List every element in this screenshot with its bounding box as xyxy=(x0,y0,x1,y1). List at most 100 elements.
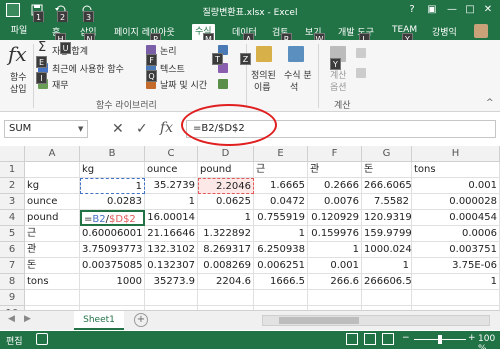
sheet-tab-sheet1[interactable]: Sheet1 xyxy=(74,311,124,330)
table-cell[interactable]: 7.5582 xyxy=(362,194,412,210)
table-cell[interactable]: 0.2666 xyxy=(308,178,362,194)
table-cell[interactable] xyxy=(412,290,500,306)
table-cell[interactable]: 1 xyxy=(254,226,308,242)
ribbon-display-icon[interactable]: ▣ xyxy=(424,4,440,15)
column-header[interactable]: H xyxy=(412,146,500,162)
table-cell[interactable]: 0.008269 xyxy=(198,258,254,274)
table-cell[interactable]: 0.0006 xyxy=(412,226,500,242)
tab-page-layout[interactable]: 페이지 레이아웃 xyxy=(114,25,175,38)
column-header[interactable]: D xyxy=(198,146,254,162)
table-cell[interactable] xyxy=(308,290,362,306)
table-cell[interactable]: 1666.5 xyxy=(254,274,308,290)
table-cell[interactable]: 6.250938 xyxy=(254,242,308,258)
table-cell[interactable]: 3.75E-06 xyxy=(412,258,500,274)
table-cell[interactable]: 21.16646 xyxy=(145,226,198,242)
column-header[interactable]: E xyxy=(254,146,308,162)
table-cell[interactable]: 0.0076 xyxy=(308,194,362,210)
formula-auditing-icon[interactable] xyxy=(288,46,304,62)
table-cell[interactable]: 0.001 xyxy=(412,178,500,194)
table-cell[interactable] xyxy=(362,290,412,306)
more-functions-icon[interactable] xyxy=(218,79,228,89)
table-cell[interactable]: 근 xyxy=(254,162,308,178)
select-all-corner[interactable] xyxy=(0,146,25,162)
column-header[interactable]: C xyxy=(145,146,198,162)
insert-function-label-2[interactable]: 삽입 xyxy=(10,82,27,95)
table-cell[interactable]: 0.006251 xyxy=(254,258,308,274)
table-cell[interactable]: 16.00014 xyxy=(145,210,198,226)
table-cell[interactable]: 120.9319 xyxy=(362,210,412,226)
zoom-in-button[interactable]: + xyxy=(468,333,476,343)
table-cell[interactable]: 0.0472 xyxy=(254,194,308,210)
table-cell[interactable]: ounce xyxy=(145,162,198,178)
table-cell[interactable]: 관 xyxy=(25,242,80,258)
minimize-button[interactable]: — xyxy=(444,4,460,15)
logical-button[interactable]: 논리 xyxy=(160,44,177,57)
table-cell[interactable]: 1000.024 xyxy=(362,242,412,258)
table-cell[interactable]: 1.6665 xyxy=(254,178,308,194)
table-cell[interactable] xyxy=(80,290,145,306)
zoom-level[interactable]: 100 % xyxy=(478,334,500,354)
table-cell[interactable]: 0.159976 xyxy=(308,226,362,242)
table-cell[interactable]: 2204.6 xyxy=(198,274,254,290)
table-cell[interactable]: pound xyxy=(25,210,80,226)
collapse-ribbon-icon[interactable]: ^ xyxy=(486,98,494,108)
autosum-icon[interactable]: Σ xyxy=(38,40,46,55)
table-cell[interactable]: ounce xyxy=(25,194,80,210)
tab-file[interactable]: 파일 xyxy=(2,23,36,40)
table-cell[interactable]: 1000 xyxy=(80,274,145,290)
row-header[interactable]: 9 xyxy=(0,290,25,306)
table-cell[interactable]: 1.322892 xyxy=(198,226,254,242)
row-header[interactable]: 8 xyxy=(0,274,25,290)
row-header[interactable]: 5 xyxy=(0,226,25,242)
table-cell[interactable]: 0.60006001 xyxy=(80,226,145,242)
table-cell[interactable]: 159.9799 xyxy=(362,226,412,242)
table-cell[interactable] xyxy=(25,290,80,306)
scroll-left-icon[interactable]: ◀ xyxy=(8,314,15,324)
row-header[interactable]: 1 xyxy=(0,162,25,178)
financial-button[interactable]: 재무 xyxy=(52,78,69,91)
fx-icon[interactable]: fx xyxy=(160,120,173,136)
calc-sheet-icon[interactable] xyxy=(356,68,366,78)
zoom-slider-handle[interactable] xyxy=(438,335,442,344)
defined-names-icon[interactable] xyxy=(256,46,272,62)
cancel-icon[interactable]: ✕ xyxy=(112,121,124,137)
table-cell[interactable]: 0.132307 xyxy=(145,258,198,274)
table-cell[interactable]: 0.120929 xyxy=(308,210,362,226)
insert-function-icon[interactable]: fx xyxy=(8,42,27,66)
text-button[interactable]: 텍스트 xyxy=(160,62,185,75)
defined-names-label-2[interactable]: 이름 xyxy=(254,80,271,93)
column-header[interactable]: F xyxy=(308,146,362,162)
recent-functions-button[interactable]: 최근에 사용한 함수 xyxy=(52,62,124,75)
page-layout-view-icon[interactable] xyxy=(364,333,376,345)
table-cell[interactable]: 0.003751 xyxy=(412,242,500,258)
table-cell[interactable]: tons xyxy=(25,274,80,290)
row-header[interactable]: 2 xyxy=(0,178,25,194)
table-cell[interactable]: 돈 xyxy=(362,162,412,178)
table-cell[interactable]: 8.269317 xyxy=(198,242,254,258)
table-cell[interactable]: 0.000028 xyxy=(412,194,500,210)
table-cell[interactable]: 266.6065 xyxy=(362,178,412,194)
name-box[interactable]: SUM xyxy=(4,120,88,138)
table-cell[interactable]: 0.0283 xyxy=(80,194,145,210)
avatar[interactable] xyxy=(474,24,488,38)
column-header[interactable]: A xyxy=(25,146,80,162)
horizontal-scrollbar[interactable] xyxy=(262,315,490,326)
user-name[interactable]: 강병익 xyxy=(432,25,457,38)
column-header[interactable]: G xyxy=(362,146,412,162)
row-header[interactable]: 3 xyxy=(0,194,25,210)
chevron-down-icon[interactable]: ▼ xyxy=(78,125,83,133)
table-cell[interactable]: 3.75093773 xyxy=(80,242,145,258)
calc-now-icon[interactable] xyxy=(356,48,366,58)
column-header[interactable]: B xyxy=(80,146,145,162)
calc-options-label-2[interactable]: 옵션 xyxy=(330,80,347,93)
maximize-button[interactable]: □ xyxy=(462,4,478,15)
table-cell[interactable]: 0.0625 xyxy=(198,194,254,210)
table-cell[interactable] xyxy=(25,162,80,178)
table-cell[interactable]: 0.00375085 xyxy=(80,258,145,274)
row-header[interactable]: 6 xyxy=(0,242,25,258)
table-cell[interactable]: 1 xyxy=(362,258,412,274)
table-cell[interactable]: kg xyxy=(80,162,145,178)
help-icon[interactable]: ? xyxy=(404,4,420,15)
scroll-right-icon[interactable]: ▶ xyxy=(24,314,31,324)
table-cell[interactable]: 1 xyxy=(80,178,145,194)
